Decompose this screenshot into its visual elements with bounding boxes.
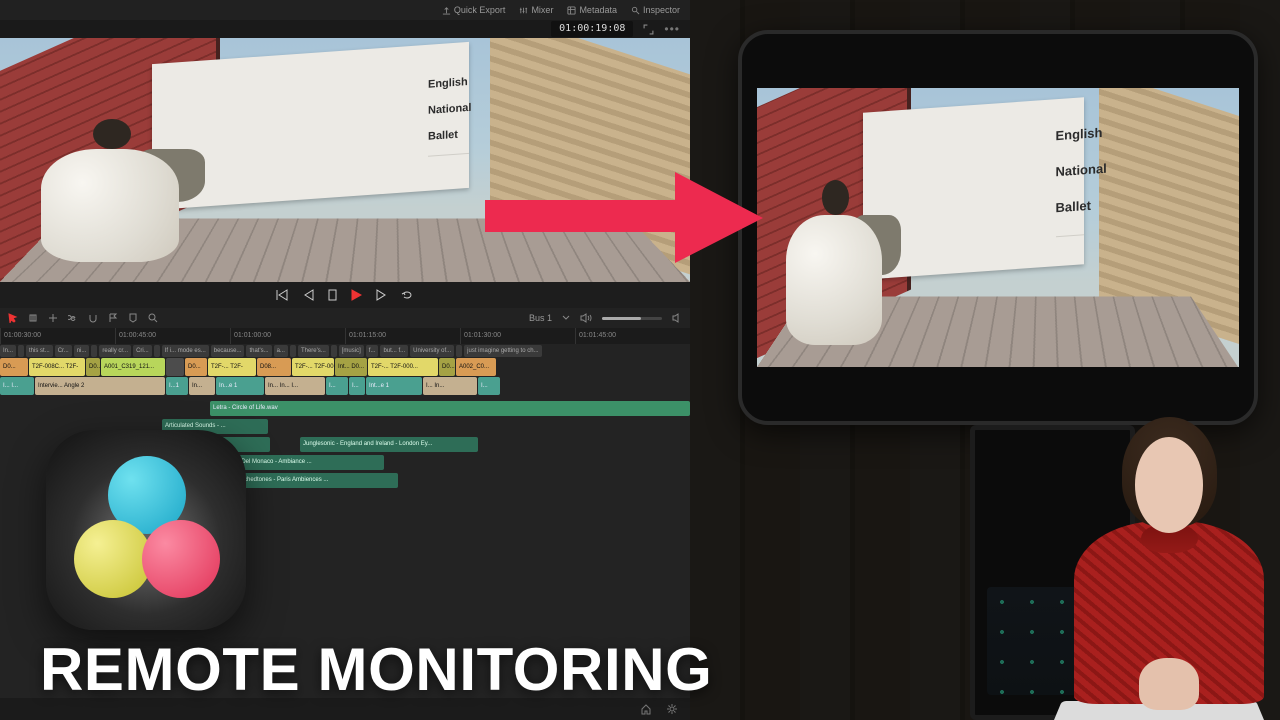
headline-text: REMOTE MONITORING xyxy=(40,635,712,704)
clip[interactable]: Int... D0... xyxy=(335,358,367,376)
timeline-marker[interactable]: just imagine getting to ch... xyxy=(464,345,541,357)
clip[interactable]: T2F-... T2F-00... xyxy=(292,358,334,376)
video-track-1[interactable]: I... I...Intervie... Angle 2I...1In...In… xyxy=(0,377,690,395)
settings-icon[interactable] xyxy=(666,703,678,715)
marker-row: In... this st...Cr...ni... really cr...Cri… xyxy=(0,344,690,358)
app-topbar: Quick Export Mixer Metadata Inspector xyxy=(0,0,690,20)
step-fwd-icon[interactable] xyxy=(376,289,387,301)
link-icon[interactable] xyxy=(68,313,78,323)
flag-icon[interactable] xyxy=(108,313,118,323)
clip[interactable]: Int...e 1 xyxy=(366,377,422,395)
clip[interactable]: D0... xyxy=(0,358,28,376)
time-ruler[interactable]: 01:00:30:0001:00:45:0001:01:00:0001:01:1… xyxy=(0,328,690,344)
clip[interactable]: T2F-008C... T2F- xyxy=(29,358,85,376)
audio-clip[interactable]: Glitchedtones - Paris Ambiences ... xyxy=(232,473,398,488)
bus-selector[interactable]: Bus 1 xyxy=(529,313,552,323)
clip[interactable]: T2F-... T2F- xyxy=(208,358,256,376)
mute-icon[interactable] xyxy=(672,313,682,323)
resolve-app-icon xyxy=(46,430,246,630)
timeline-marker[interactable]: There's... xyxy=(298,345,329,357)
clip[interactable]: D0... xyxy=(86,358,100,376)
volume-icon[interactable] xyxy=(580,313,592,323)
clip[interactable]: I... xyxy=(349,377,365,395)
ruler-tick[interactable]: 01:00:30:00 xyxy=(0,328,115,344)
timeline-marker[interactable]: In... xyxy=(0,345,16,357)
timeline-marker[interactable]: Cr... xyxy=(55,345,72,357)
tablet-screen: EnglishNationalBallet xyxy=(757,88,1238,367)
presenter-person xyxy=(1074,414,1264,704)
clip[interactable]: In...e 1 xyxy=(216,377,264,395)
clip[interactable]: A002_C0... xyxy=(456,358,496,376)
timeline-marker[interactable] xyxy=(331,345,337,357)
ruler-tick[interactable]: 01:01:45:00 xyxy=(575,328,690,344)
timeline-marker[interactable] xyxy=(456,345,462,357)
clip[interactable]: In... xyxy=(189,377,215,395)
clip[interactable]: In... In... I... xyxy=(265,377,325,395)
timeline-marker[interactable]: University of... xyxy=(410,345,454,357)
clip[interactable]: Intervie... Angle 2 xyxy=(35,377,165,395)
marker-icon[interactable] xyxy=(128,313,138,323)
timeline-marker[interactable]: that's... xyxy=(246,345,271,357)
timeline-marker[interactable]: really cr... xyxy=(99,345,131,357)
step-back-icon[interactable] xyxy=(303,289,314,301)
loop-icon[interactable] xyxy=(401,289,415,301)
inspector-button[interactable]: Inspector xyxy=(631,5,680,15)
timeline-marker[interactable] xyxy=(91,345,97,357)
timecode-bar: 01:00:19:08 ••• xyxy=(0,20,690,38)
expand-icon[interactable] xyxy=(643,24,654,35)
timeline-marker[interactable] xyxy=(18,345,24,357)
home-icon[interactable] xyxy=(640,703,652,715)
metadata-button[interactable]: Metadata xyxy=(567,5,617,15)
timeline-marker[interactable]: because... xyxy=(211,345,245,357)
clip[interactable]: I... I... xyxy=(0,377,34,395)
quick-export-button[interactable]: Quick Export xyxy=(442,5,506,15)
insert-icon[interactable] xyxy=(48,313,58,323)
ruler-tick[interactable]: 01:01:30:00 xyxy=(460,328,575,344)
timeline-marker[interactable] xyxy=(290,345,296,357)
chevron-down-icon[interactable] xyxy=(562,314,570,322)
clip[interactable] xyxy=(166,358,184,376)
jump-start-icon[interactable] xyxy=(275,289,289,301)
timeline-marker[interactable]: ni... xyxy=(74,345,90,357)
clip[interactable]: A001_C319_121... xyxy=(101,358,165,376)
selection-tool-icon[interactable] xyxy=(8,313,18,323)
clip[interactable]: D0... xyxy=(185,358,207,376)
clip[interactable]: D08... xyxy=(257,358,291,376)
timeline-marker[interactable]: Cri... xyxy=(133,345,152,357)
stop-icon[interactable] xyxy=(328,289,337,301)
scene-person xyxy=(41,111,214,262)
timeline-marker[interactable]: If i... mode es... xyxy=(162,345,209,357)
zoom-icon[interactable] xyxy=(148,313,158,323)
timeline-marker[interactable]: f... xyxy=(366,345,379,357)
ruler-tick[interactable]: 01:00:45:00 xyxy=(115,328,230,344)
audio-clip[interactable]: Junglesonic - England and Ireland - Lond… xyxy=(300,437,478,452)
audio-clip[interactable]: Letra - Circle of Life.wav xyxy=(210,401,690,416)
clip[interactable]: I... In... xyxy=(423,377,477,395)
presenter xyxy=(950,360,1270,720)
video-track-2[interactable]: D0...T2F-008C... T2F-D0...A001_C319_121.… xyxy=(0,358,690,376)
clip[interactable]: D0... xyxy=(439,358,455,376)
timeline-toolbar: Bus 1 xyxy=(0,308,690,328)
clip[interactable]: I... xyxy=(478,377,500,395)
snap-icon[interactable] xyxy=(88,313,98,323)
options-icon[interactable]: ••• xyxy=(664,22,680,36)
timecode-display: 01:00:19:08 xyxy=(551,21,633,37)
transport-controls xyxy=(0,282,690,308)
timeline-marker[interactable]: a... xyxy=(274,345,288,357)
ruler-tick[interactable]: 01:01:00:00 xyxy=(230,328,345,344)
timeline-marker[interactable]: this st... xyxy=(26,345,53,357)
arrow-overlay xyxy=(485,170,765,265)
timeline-marker[interactable]: [music] xyxy=(339,345,364,357)
timeline-marker[interactable] xyxy=(154,345,160,357)
mixer-button[interactable]: Mixer xyxy=(519,5,553,15)
volume-slider[interactable] xyxy=(602,317,662,320)
clip[interactable]: I... xyxy=(326,377,348,395)
timeline-marker[interactable]: but... f... xyxy=(380,345,408,357)
play-icon[interactable] xyxy=(351,289,362,301)
ruler-tick[interactable]: 01:01:15:00 xyxy=(345,328,460,344)
blade-tool-icon[interactable] xyxy=(28,313,38,323)
clip[interactable]: T2F-... T2F-000... xyxy=(368,358,438,376)
clip[interactable]: I...1 xyxy=(166,377,188,395)
